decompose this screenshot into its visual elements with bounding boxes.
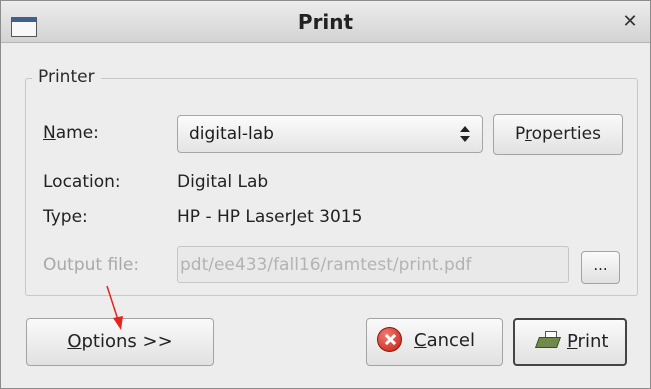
location-value: Digital Lab	[177, 172, 269, 192]
updown-arrows-icon	[460, 124, 470, 144]
location-label: Location:	[43, 172, 121, 192]
cancel-icon	[377, 327, 402, 352]
options-button[interactable]: Options >>	[26, 318, 214, 366]
cancel-button-label: Cancel	[414, 330, 475, 351]
properties-button[interactable]: Properties	[493, 114, 623, 155]
printer-section-label: Printer	[32, 67, 101, 87]
title-bar: Print ✕	[1, 1, 650, 43]
browse-file-button[interactable]: ...	[581, 251, 620, 284]
type-value: HP - HP LaserJet 3015	[177, 207, 363, 227]
printer-name-combobox[interactable]: digital-lab	[177, 115, 483, 153]
close-icon[interactable]: ✕	[620, 12, 640, 32]
type-label: Type:	[43, 207, 88, 227]
cancel-button[interactable]: Cancel	[366, 318, 503, 366]
print-button-label: Print	[567, 331, 609, 352]
output-file-value: pdt/ee433/fall16/ramtest/print.pdf	[180, 255, 472, 275]
printer-name-value: digital-lab	[189, 124, 274, 144]
print-button[interactable]: Print	[513, 318, 627, 366]
printer-icon	[534, 331, 563, 351]
window-title: Print	[297, 10, 354, 34]
print-dialog: Print ✕ Printer Name: digital-lab Proper…	[0, 0, 651, 389]
output-file-field: pdt/ee433/fall16/ramtest/print.pdf	[177, 246, 569, 283]
name-label: Name:	[43, 123, 99, 143]
output-file-label: Output file:	[43, 255, 140, 275]
